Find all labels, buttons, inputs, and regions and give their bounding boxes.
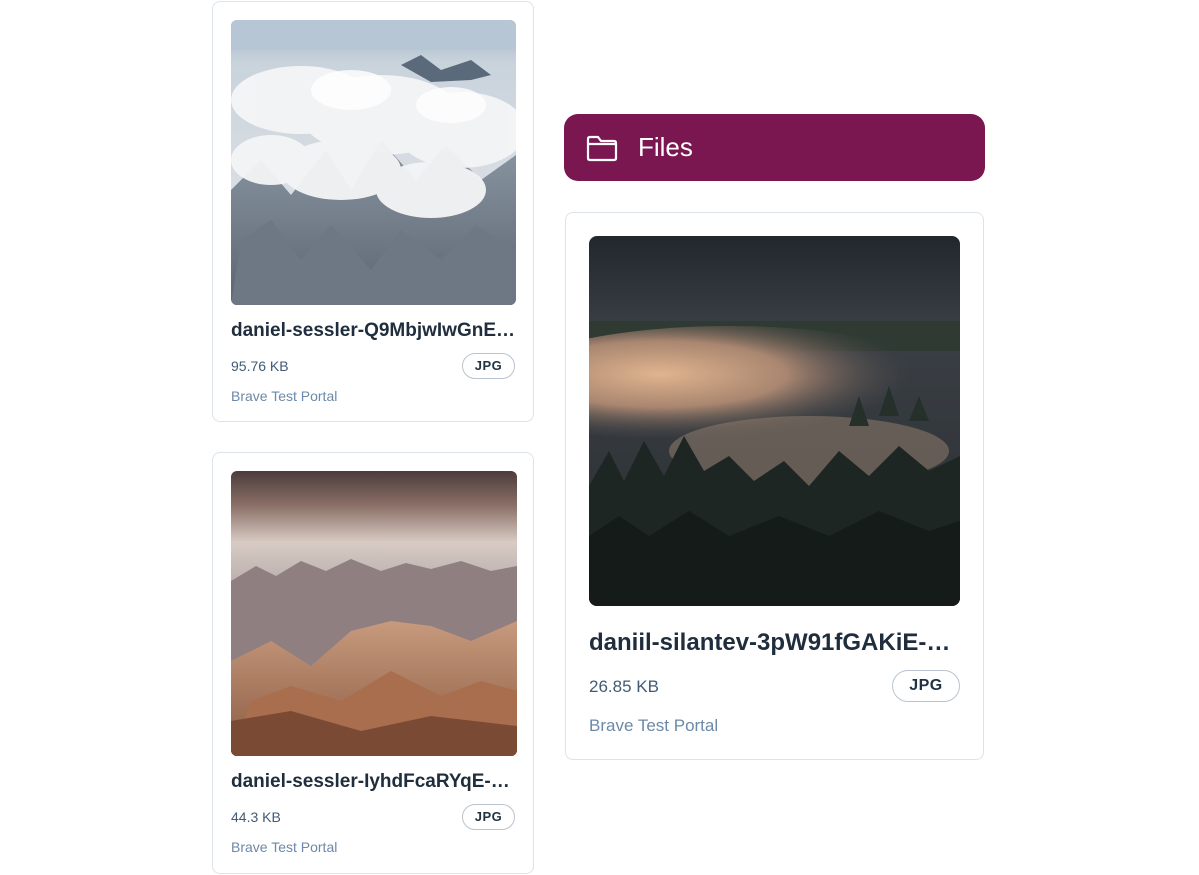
file-thumbnail[interactable] (231, 471, 517, 756)
file-card[interactable]: daniil-silantev-3pW91fGAKiE-u... 26.85 K… (565, 212, 984, 760)
folder-icon (586, 135, 618, 161)
file-size: 44.3 KB (231, 809, 281, 825)
file-name[interactable]: daniil-silantev-3pW91fGAKiE-u... (589, 629, 960, 657)
files-header[interactable]: Files (564, 114, 985, 181)
file-name[interactable]: daniel-sessler-IyhdFcaRYqE-u... (231, 771, 516, 793)
file-type-badge: JPG (462, 804, 515, 830)
files-header-title: Files (638, 132, 693, 162)
file-gallery: daniel-sessler-Q9MbjwIwGnE-... 95.76 KB … (0, 0, 1199, 875)
file-thumbnail[interactable] (589, 236, 960, 606)
file-card[interactable]: daniel-sessler-IyhdFcaRYqE-u... 44.3 KB … (212, 452, 534, 874)
file-portal: Brave Test Portal (231, 388, 338, 404)
file-card[interactable]: daniel-sessler-Q9MbjwIwGnE-... 95.76 KB … (212, 1, 534, 422)
file-type-badge: JPG (462, 353, 515, 379)
file-name[interactable]: daniel-sessler-Q9MbjwIwGnE-... (231, 320, 516, 342)
file-portal: Brave Test Portal (589, 716, 719, 735)
file-portal: Brave Test Portal (231, 839, 338, 855)
file-thumbnail[interactable] (231, 20, 516, 305)
file-type-badge: JPG (892, 670, 960, 702)
file-size: 26.85 KB (589, 677, 659, 696)
file-size: 95.76 KB (231, 358, 289, 374)
